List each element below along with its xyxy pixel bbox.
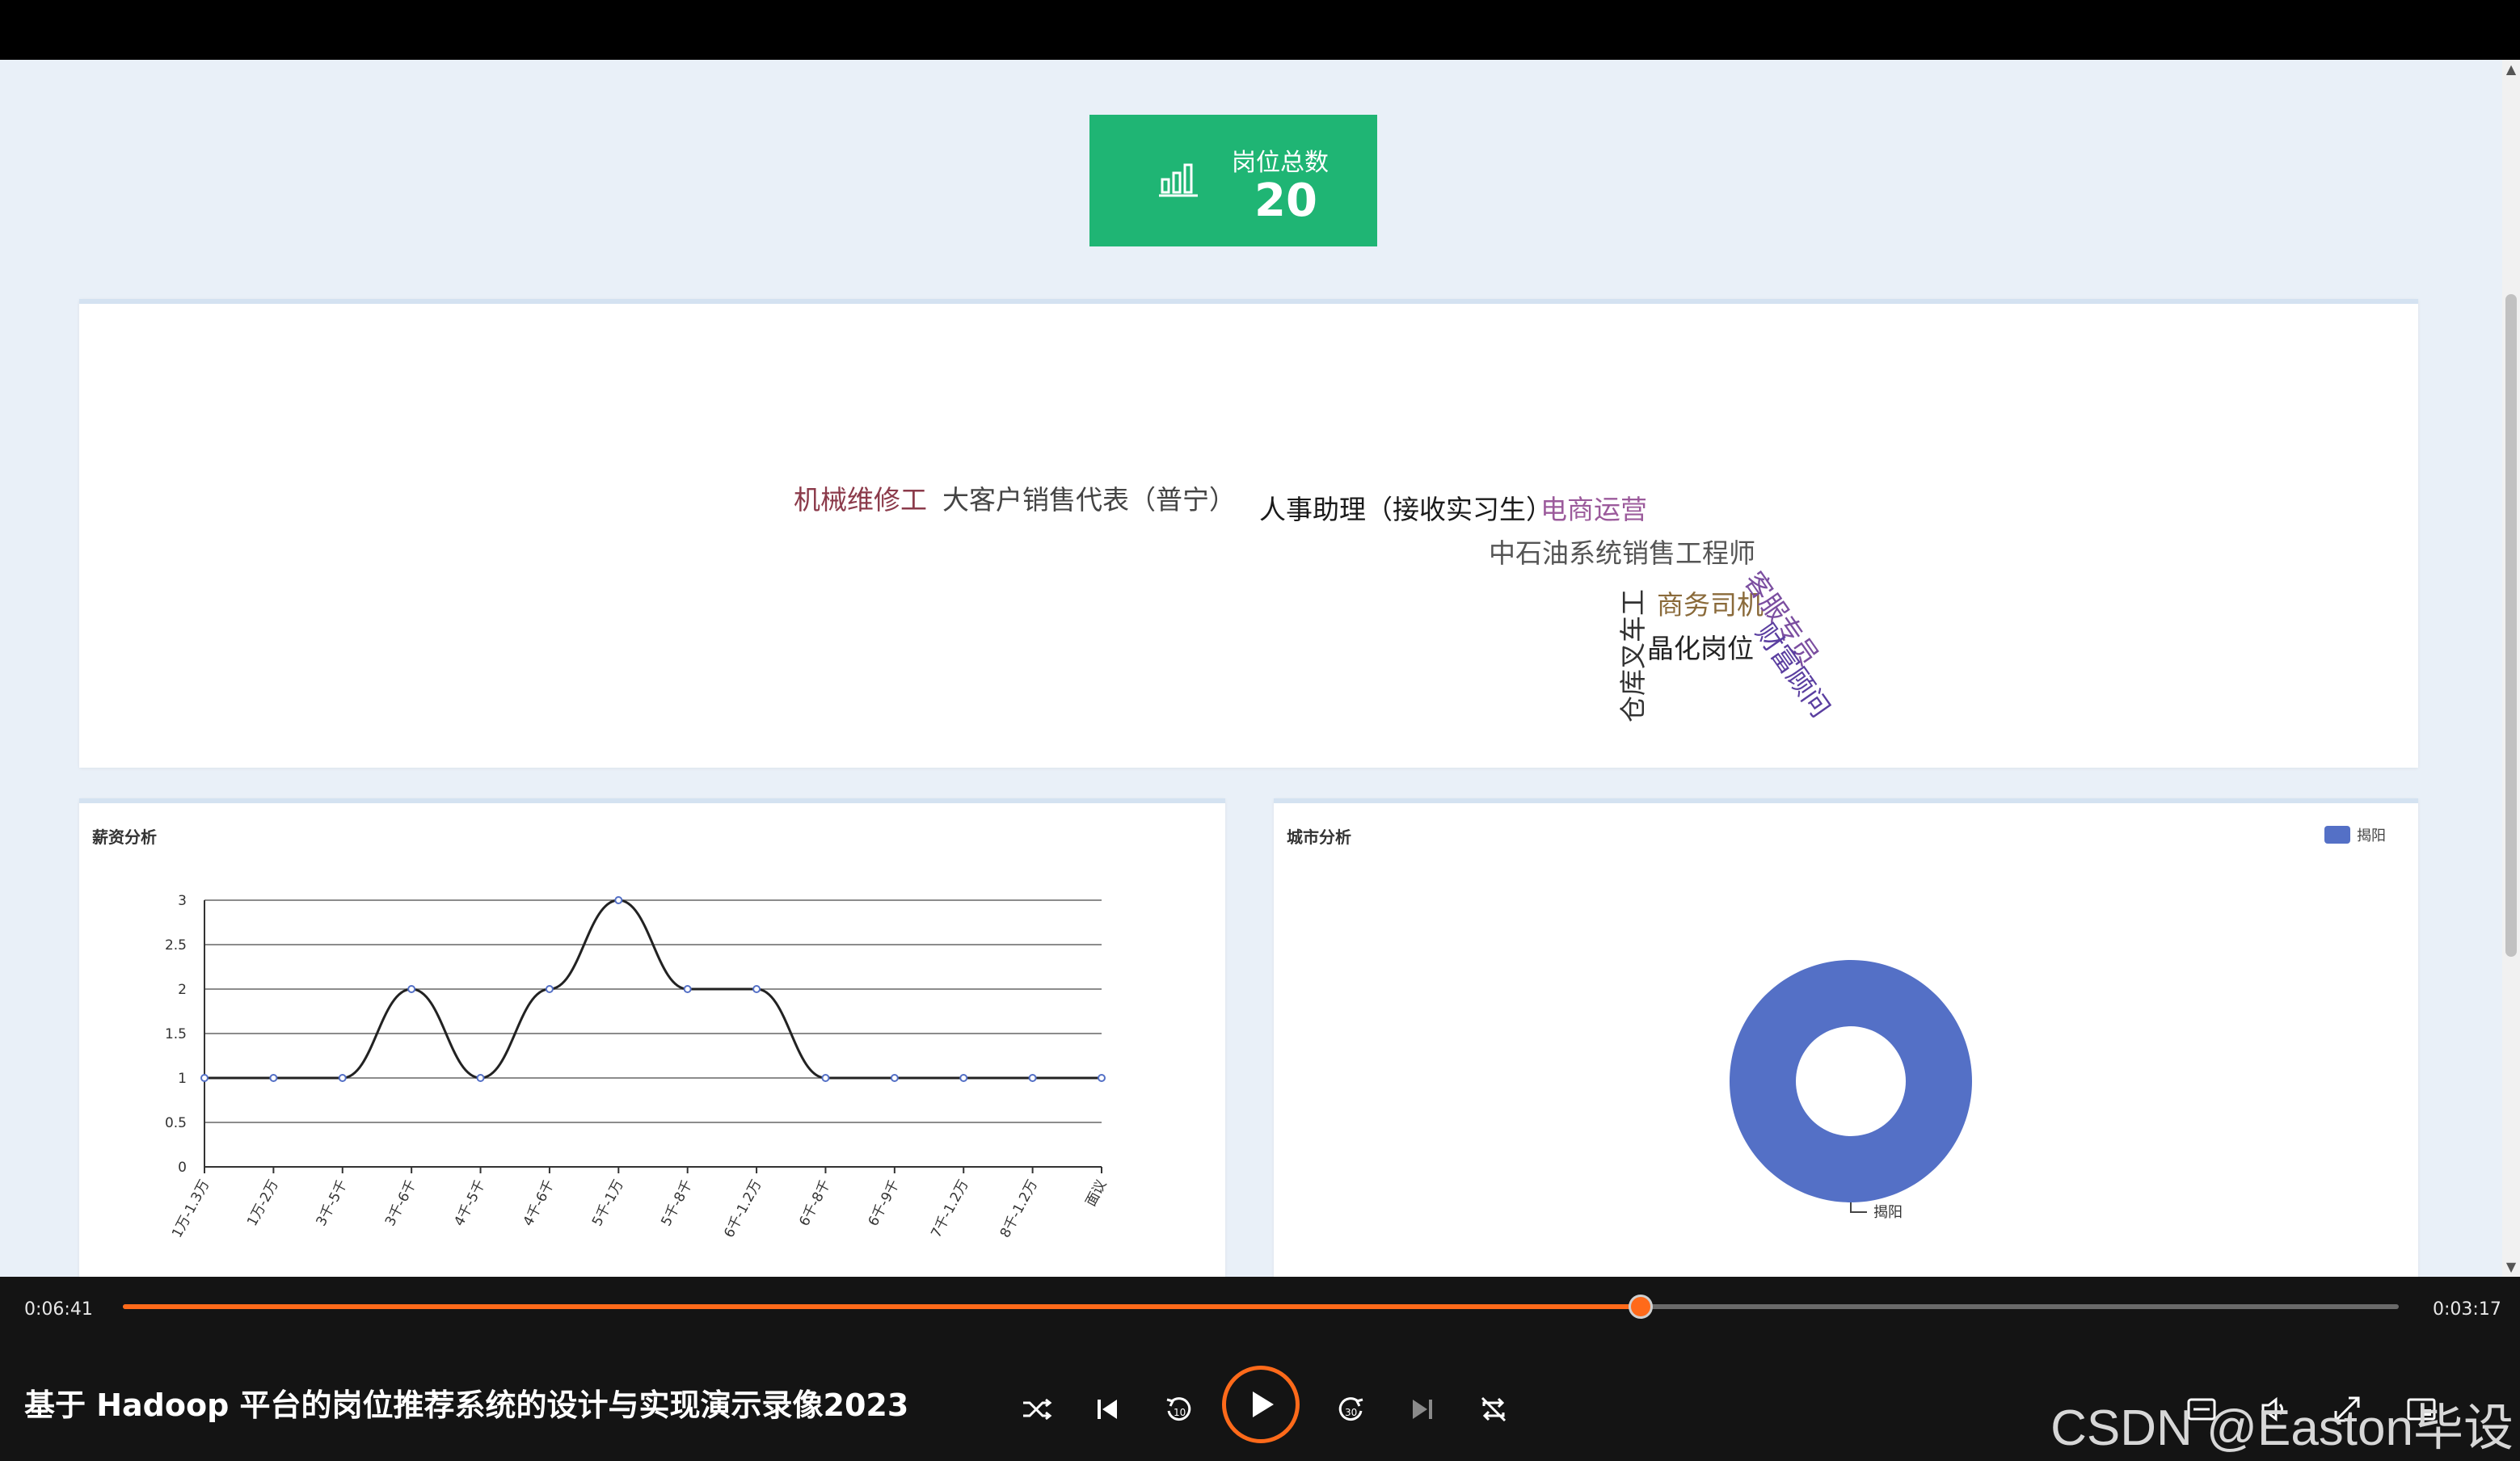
job-total-card: 岗位总数 20 xyxy=(1089,115,1377,246)
data-point xyxy=(890,1074,899,1082)
y-tick-label: 0 xyxy=(178,1160,187,1176)
y-tick-label: 1 xyxy=(178,1071,187,1087)
stat-value: 20 xyxy=(1254,175,1317,227)
scroll-up-arrow[interactable]: ▲ xyxy=(2505,63,2518,76)
progress-track[interactable] xyxy=(123,1295,2399,1319)
rewind-10-button[interactable]: 10 xyxy=(1159,1390,1198,1429)
svg-text:10: 10 xyxy=(1174,1407,1186,1418)
progress-knob[interactable] xyxy=(1629,1295,1654,1319)
page-scrollbar[interactable]: ▲ ▼ xyxy=(2502,60,2520,1277)
forward-30-button[interactable]: 30 xyxy=(1332,1390,1371,1429)
salary-panel: 薪资分析 0 0.5 1 1.5 2 2.5 3 1万-1.3万 1万-2万 3千-5千 3千-6千… xyxy=(79,798,1225,1277)
y-tick-label: 3 xyxy=(178,893,187,909)
word-ecommerce-ops: 电商运营 xyxy=(1540,494,1647,525)
x-tick-label: 6千-9千 xyxy=(866,1177,904,1229)
play-button[interactable] xyxy=(1222,1366,1300,1443)
donut-slice-jieyang[interactable] xyxy=(1729,960,1972,1202)
wordcloud-panel: 机械维修工 大客户销售代表（普宁） 人事助理（接收实习生） 电商运营 中石油系统… xyxy=(79,299,2418,768)
data-point xyxy=(407,985,416,993)
top-black-bar xyxy=(0,0,2520,60)
y-tick-label: 2 xyxy=(178,982,187,998)
previous-button[interactable] xyxy=(1088,1390,1127,1429)
data-point xyxy=(614,896,623,904)
data-point xyxy=(476,1074,485,1082)
current-time: 0:06:41 xyxy=(24,1299,93,1320)
city-panel: 城市分析 揭阳 揭阳 xyxy=(1274,798,2418,1277)
data-point xyxy=(545,985,554,993)
x-tick-label: 5千-1万 xyxy=(589,1177,627,1229)
data-point xyxy=(821,1074,830,1082)
city-donut-chart: 揭阳 xyxy=(1729,960,1972,1221)
x-tick-label: 3千-5千 xyxy=(314,1177,352,1229)
shuffle-icon xyxy=(1023,1398,1052,1421)
salary-line-chart: 0 0.5 1 1.5 2 2.5 3 1万-1.3万 1万-2万 3千-5千 3千-6千 4千-5千… xyxy=(165,893,1110,1240)
x-tick-label: 8千-1.2万 xyxy=(997,1177,1041,1240)
x-tick-label: 面议 xyxy=(1083,1177,1110,1209)
scroll-thumb[interactable] xyxy=(2505,294,2517,957)
video-player-controls: 0:06:41 0:03:17 基于 Hadoop 平台的岗位推荐系统的设计与实… xyxy=(0,1277,2520,1461)
y-tick-label: 2.5 xyxy=(165,937,187,954)
scroll-down-arrow[interactable]: ▼ xyxy=(2505,1261,2518,1274)
bar-chart-icon xyxy=(1159,163,1198,197)
data-point xyxy=(752,985,761,993)
data-point xyxy=(200,1074,209,1082)
remaining-time: 0:03:17 xyxy=(2433,1299,2501,1320)
x-tick-label: 5千-8千 xyxy=(658,1177,696,1229)
next-button[interactable] xyxy=(1403,1390,1442,1429)
word-crystal-post: 晶化岗位 xyxy=(1647,633,1754,664)
skip-next-icon xyxy=(1413,1400,1432,1419)
csdn-watermark: CSDN @Easton毕设 xyxy=(2050,1400,2514,1456)
repeat-button[interactable] xyxy=(1474,1390,1513,1429)
data-point xyxy=(269,1074,278,1082)
y-tick-label: 0.5 xyxy=(165,1115,187,1131)
word-key-account-sales: 大客户销售代表（普宁） xyxy=(942,484,1236,516)
rewind-10-icon: 10 xyxy=(1166,1397,1191,1421)
svg-text:30: 30 xyxy=(1345,1407,1357,1418)
slice-label: 揭阳 xyxy=(1873,1204,1903,1221)
data-point xyxy=(683,985,692,993)
x-tick-label: 4千-5千 xyxy=(451,1177,489,1229)
dashboard-page: 岗位总数 20 机械维修工 大客户销售代表（普宁） 人事助理（接收实习生） 电商… xyxy=(0,60,2520,1277)
word-hr-assistant: 人事助理（接收实习生） xyxy=(1259,494,1553,525)
word-mechanic: 机械维修工 xyxy=(794,484,927,516)
shuffle-button[interactable] xyxy=(1017,1390,1056,1429)
skip-previous-icon xyxy=(1098,1400,1117,1419)
slice-label-line xyxy=(1850,1202,1867,1213)
data-point xyxy=(959,1074,968,1082)
x-tick-label: 3千-6千 xyxy=(382,1177,420,1229)
x-tick-label: 6千-1.2万 xyxy=(721,1177,765,1240)
y-tick-label: 1.5 xyxy=(165,1026,187,1042)
forward-30-icon: 30 xyxy=(1338,1397,1363,1421)
data-point xyxy=(1098,1074,1106,1082)
stat-label: 岗位总数 xyxy=(1232,149,1329,177)
x-tick-label: 4千-6千 xyxy=(520,1177,558,1229)
x-tick-label: 6千-8千 xyxy=(796,1177,834,1229)
video-title: 基于 Hadoop 平台的岗位推荐系统的设计与实现演示录像2023 xyxy=(24,1387,909,1423)
progress-fill xyxy=(123,1304,1641,1309)
word-forklift-worker: 仓库叉车工 xyxy=(1617,589,1649,722)
data-point xyxy=(338,1074,347,1082)
x-tick-label: 1万-2万 xyxy=(244,1177,282,1229)
play-icon xyxy=(1253,1392,1274,1417)
word-sales-engineer: 中石油系统销售工程师 xyxy=(1489,537,1755,569)
data-point xyxy=(1028,1074,1037,1082)
x-tick-label: 7千-1.2万 xyxy=(928,1177,971,1240)
x-tick-label: 1万-1.3万 xyxy=(169,1177,213,1240)
repeat-off-icon xyxy=(1481,1396,1507,1422)
